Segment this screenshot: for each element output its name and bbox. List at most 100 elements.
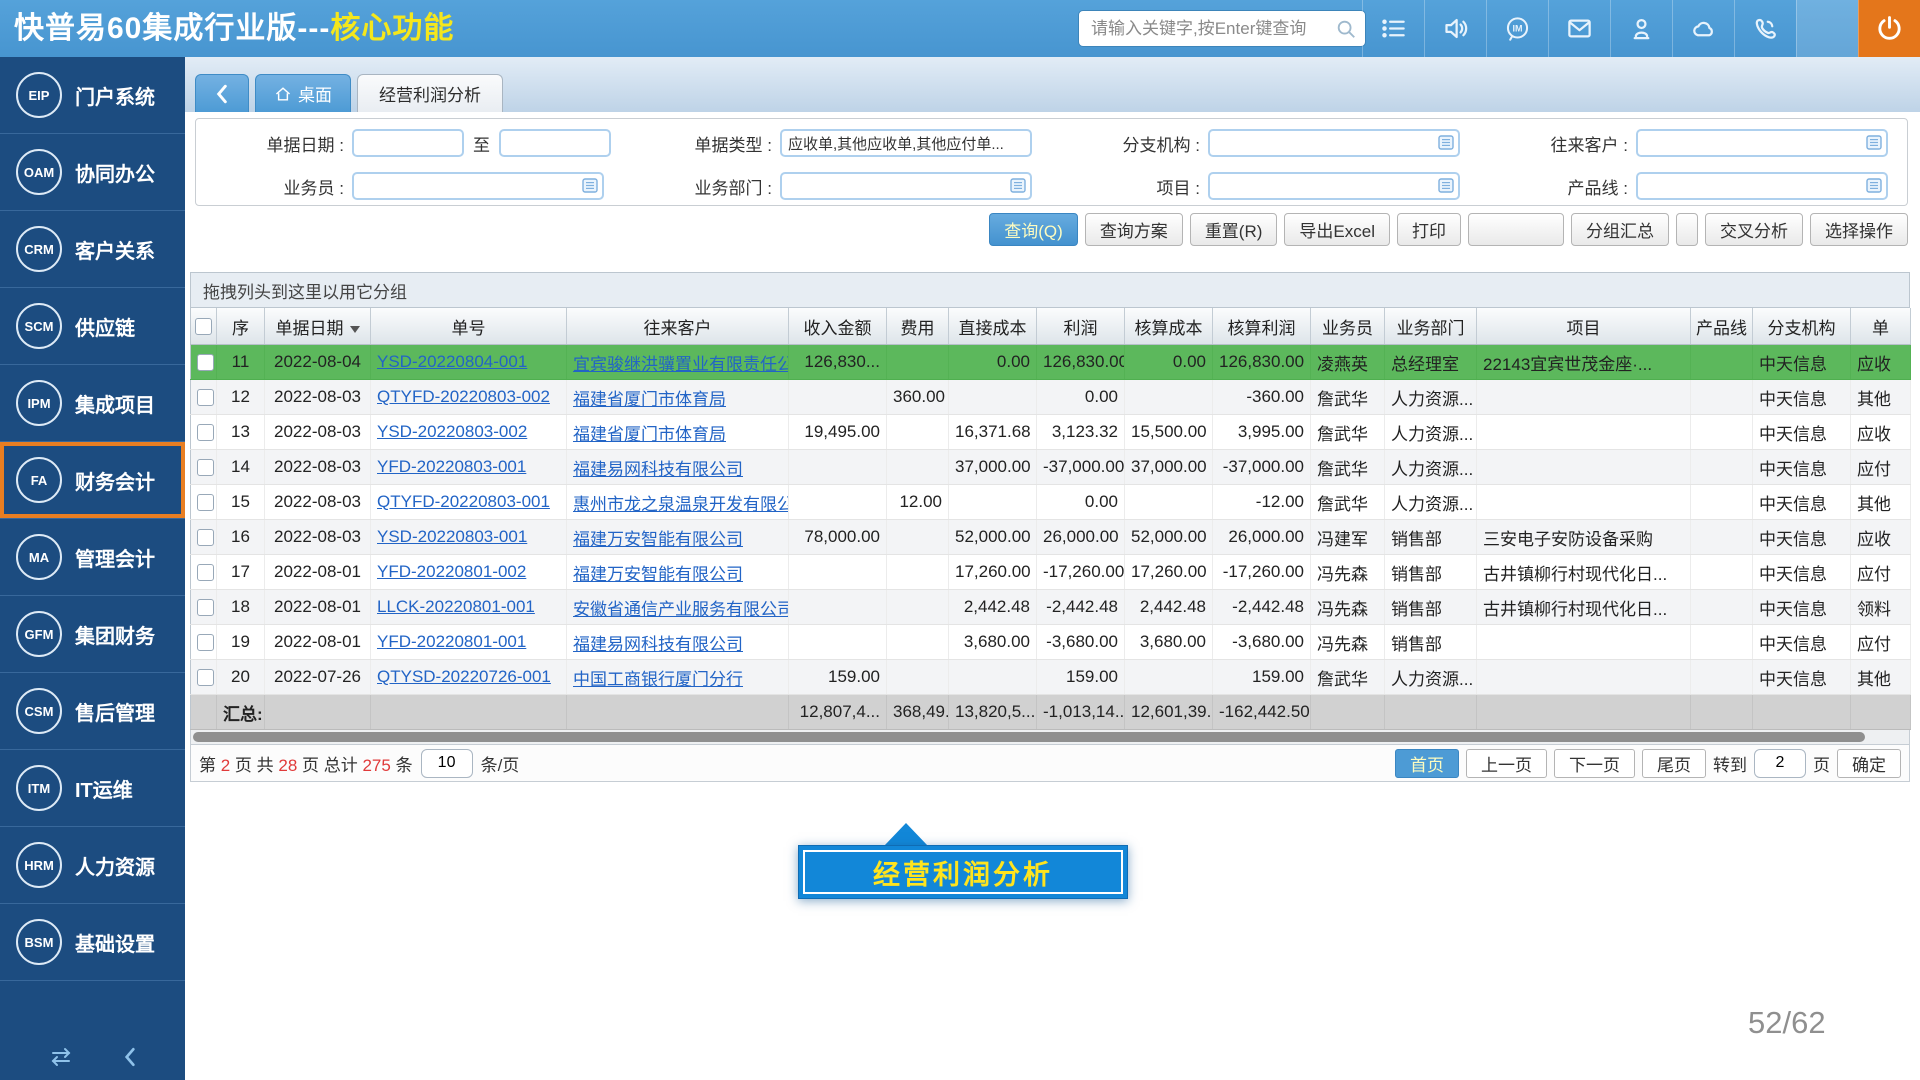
column-header-12[interactable]: 项目: [1477, 308, 1691, 345]
dept-lookup-icon[interactable]: [1010, 178, 1026, 193]
column-header-11[interactable]: 业务部门: [1385, 308, 1477, 345]
customer-link[interactable]: 惠州市龙之泉温泉开发有限公...: [573, 495, 789, 514]
branch-lookup-icon[interactable]: [1438, 135, 1454, 150]
row-checkbox[interactable]: [197, 669, 214, 686]
customer-link[interactable]: 福建易网科技有限公司: [573, 635, 743, 654]
doc-no-link[interactable]: YFD-20220803-001: [377, 457, 526, 476]
column-header-0[interactable]: 序: [217, 308, 265, 345]
doc-no-link[interactable]: YFD-20220801-001: [377, 632, 526, 651]
salesman-input[interactable]: [354, 174, 602, 198]
column-header-14[interactable]: 分支机构: [1753, 308, 1851, 345]
list-icon[interactable]: [1362, 0, 1424, 57]
table-row[interactable]: 182022-08-01LLCK-20220801-001安徽省通信产业服务有限…: [191, 590, 1911, 625]
customer-link[interactable]: 福建省厦门市体育局: [573, 390, 726, 409]
phone-icon[interactable]: [1734, 0, 1796, 57]
branch-input[interactable]: [1210, 131, 1458, 155]
swap-icon[interactable]: [48, 1046, 74, 1068]
column-header-9[interactable]: 核算利润: [1213, 308, 1311, 345]
doc-no-link[interactable]: QTYFD-20220803-001: [377, 492, 550, 511]
table-row[interactable]: 152022-08-03QTYFD-20220803-001惠州市龙之泉温泉开发…: [191, 485, 1911, 520]
customer-link[interactable]: 宜宾骏继洪骥置业有限责任公...: [573, 355, 789, 374]
doc-date-to-input[interactable]: [501, 131, 609, 155]
horizontal-scrollbar-thumb[interactable]: [193, 732, 1865, 742]
table-row[interactable]: 142022-08-03YFD-20220803-001福建易网科技有限公司37…: [191, 450, 1911, 485]
sidebar-item-bsm[interactable]: BSM基础设置: [0, 904, 185, 981]
table-row[interactable]: 172022-08-01YFD-20220801-002福建万安智能有限公司17…: [191, 555, 1911, 590]
column-header-10[interactable]: 业务员: [1311, 308, 1385, 345]
customer-link[interactable]: 福建万安智能有限公司: [573, 530, 743, 549]
project-input[interactable]: [1210, 174, 1458, 198]
doc-no-link[interactable]: QTYSD-20220726-001: [377, 667, 551, 686]
page-size-input[interactable]: [421, 749, 473, 778]
customer-link[interactable]: 安徽省通信产业服务有限公司: [573, 600, 789, 619]
tab-profit-analysis[interactable]: 经营利润分析: [357, 74, 503, 112]
partner-input[interactable]: [1638, 131, 1886, 155]
cloud-icon[interactable]: [1672, 0, 1734, 57]
query-plan-button[interactable]: 查询方案: [1085, 213, 1183, 246]
dept-input[interactable]: [782, 174, 1030, 198]
column-header-2[interactable]: 单号: [371, 308, 567, 345]
column-header-15[interactable]: 单: [1851, 308, 1911, 345]
customer-link[interactable]: 福建易网科技有限公司: [573, 460, 743, 479]
doc-no-link[interactable]: YSD-20220803-002: [377, 422, 527, 441]
collapse-sidebar-icon[interactable]: [123, 1047, 137, 1067]
column-header-1[interactable]: 单据日期: [265, 308, 371, 345]
last-page-button[interactable]: 尾页: [1642, 749, 1706, 778]
search-input[interactable]: [1079, 11, 1365, 46]
mail-icon[interactable]: [1548, 0, 1610, 57]
tab-back-button[interactable]: [195, 74, 249, 112]
column-header-6[interactable]: 直接成本: [949, 308, 1037, 345]
sidebar-item-itm[interactable]: ITMIT运维: [0, 750, 185, 827]
row-checkbox[interactable]: [197, 599, 214, 616]
select-operation-button[interactable]: 选择操作: [1810, 213, 1908, 246]
row-checkbox[interactable]: [197, 634, 214, 651]
sidebar-item-ipm[interactable]: IPM集成项目: [0, 365, 185, 442]
query-button[interactable]: 查询(Q): [989, 213, 1078, 246]
column-header-5[interactable]: 费用: [887, 308, 949, 345]
table-row[interactable]: 162022-08-03YSD-20220803-001福建万安智能有限公司78…: [191, 520, 1911, 555]
blank-small-button-button[interactable]: [1676, 213, 1698, 246]
next-page-button[interactable]: 下一页: [1554, 749, 1635, 778]
table-row[interactable]: 122022-08-03QTYFD-20220803-002福建省厦门市体育局3…: [191, 380, 1911, 415]
blank-button-button[interactable]: [1468, 213, 1564, 246]
search-icon[interactable]: [1335, 18, 1357, 40]
im-icon[interactable]: IM: [1486, 0, 1548, 57]
sidebar-item-scm[interactable]: SCM供应链: [0, 288, 185, 365]
select-all-checkbox[interactable]: [195, 318, 212, 335]
row-checkbox[interactable]: [197, 389, 214, 406]
sidebar-item-eip[interactable]: EIP门户系统: [0, 57, 185, 134]
sidebar-item-oam[interactable]: OAM协同办公: [0, 134, 185, 211]
doc-date-from-input[interactable]: [354, 131, 462, 155]
table-row[interactable]: 132022-08-03YSD-20220803-002福建省厦门市体育局19,…: [191, 415, 1911, 450]
print-button[interactable]: 打印: [1397, 213, 1461, 246]
power-icon[interactable]: [1858, 0, 1920, 57]
sidebar-item-fa[interactable]: FA财务会计: [0, 442, 185, 519]
speaker-icon[interactable]: [1424, 0, 1486, 57]
column-header-3[interactable]: 往来客户: [567, 308, 789, 345]
table-row[interactable]: 192022-08-01YFD-20220801-001福建易网科技有限公司3,…: [191, 625, 1911, 660]
group-summary-button[interactable]: 分组汇总: [1571, 213, 1669, 246]
cross-analysis-button[interactable]: 交叉分析: [1705, 213, 1803, 246]
column-header-8[interactable]: 核算成本: [1125, 308, 1213, 345]
project-lookup-icon[interactable]: [1438, 178, 1454, 193]
sidebar-item-gfm[interactable]: GFM集团财务: [0, 596, 185, 673]
product-line-input[interactable]: [1638, 174, 1886, 198]
customer-link[interactable]: 中国工商银行厦门分行: [573, 670, 743, 689]
row-checkbox[interactable]: [197, 424, 214, 441]
table-row[interactable]: 112022-08-04YSD-20220804-001宜宾骏继洪骥置业有限责任…: [191, 345, 1911, 380]
export-excel-button[interactable]: 导出Excel: [1284, 213, 1390, 246]
goto-confirm-button[interactable]: 确定: [1837, 749, 1901, 778]
column-header-13[interactable]: 产品线: [1691, 308, 1753, 345]
goto-page-input[interactable]: [1754, 749, 1806, 778]
table-row[interactable]: 202022-07-26QTYSD-20220726-001中国工商银行厦门分行…: [191, 660, 1911, 695]
doc-no-link[interactable]: QTYFD-20220803-002: [377, 387, 550, 406]
doc-type-input[interactable]: [782, 131, 1030, 155]
doc-no-link[interactable]: YSD-20220804-001: [377, 352, 527, 371]
sidebar-item-ma[interactable]: MA管理会计: [0, 519, 185, 596]
column-header-7[interactable]: 利润: [1037, 308, 1125, 345]
sidebar-item-crm[interactable]: CRM客户关系: [0, 211, 185, 288]
horizontal-scrollbar-track[interactable]: [190, 730, 1910, 745]
blank-cell[interactable]: [1796, 0, 1858, 57]
row-checkbox[interactable]: [197, 564, 214, 581]
first-page-button[interactable]: 首页: [1395, 749, 1459, 778]
